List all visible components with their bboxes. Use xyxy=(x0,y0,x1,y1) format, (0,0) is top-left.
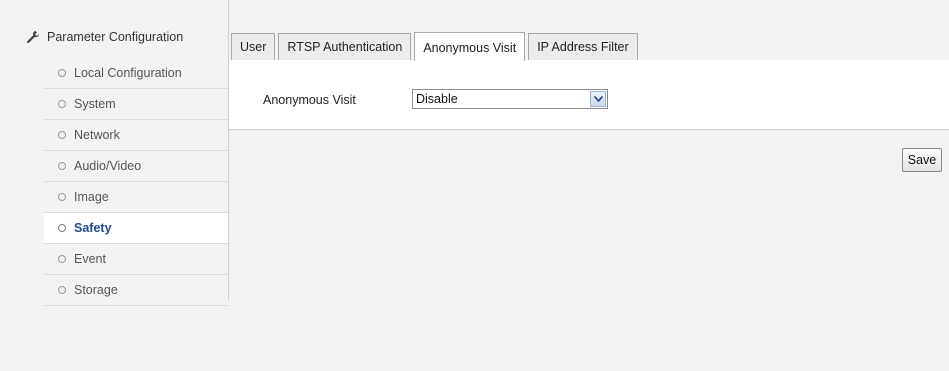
sidebar-item-label: Safety xyxy=(74,221,112,235)
anonymous-visit-select[interactable]: Disable xyxy=(412,89,608,109)
sidebar-item-label: Event xyxy=(74,252,106,266)
sidebar-item-label: Storage xyxy=(74,283,118,297)
bullet-icon xyxy=(58,255,66,263)
sidebar-menu: Local Configuration System Network Audio… xyxy=(44,58,228,306)
bullet-icon xyxy=(58,193,66,201)
sidebar-item-label: Image xyxy=(74,190,109,204)
wrench-icon xyxy=(27,31,40,44)
sidebar-item-label: System xyxy=(74,97,116,111)
sidebar-item-label: Local Configuration xyxy=(74,66,182,80)
settings-panel: Anonymous Visit Disable xyxy=(229,60,949,130)
sidebar-title: Parameter Configuration xyxy=(47,30,184,44)
bullet-icon xyxy=(58,69,66,77)
app-root: Parameter Configuration Local Configurat… xyxy=(0,0,949,371)
sidebar-item-event[interactable]: Event xyxy=(44,244,228,275)
sidebar-item-label: Network xyxy=(74,128,120,142)
sidebar-item-system[interactable]: System xyxy=(44,89,228,120)
sidebar-item-safety[interactable]: Safety xyxy=(44,213,228,244)
save-button[interactable]: Save xyxy=(902,148,942,172)
sidebar-item-image[interactable]: Image xyxy=(44,182,228,213)
sidebar: Parameter Configuration Local Configurat… xyxy=(0,0,229,306)
bullet-icon xyxy=(58,162,66,170)
sidebar-item-storage[interactable]: Storage xyxy=(44,275,228,306)
anonymous-visit-value: Disable xyxy=(416,92,458,106)
bullet-icon xyxy=(58,131,66,139)
anonymous-visit-label: Anonymous Visit xyxy=(263,93,356,107)
sidebar-item-local-configuration[interactable]: Local Configuration xyxy=(44,58,228,89)
tab-user[interactable]: User xyxy=(231,33,276,60)
tab-bar: User RTSP Authentication Anonymous Visit… xyxy=(229,30,949,61)
tab-ip-address-filter[interactable]: IP Address Filter xyxy=(528,33,638,60)
sidebar-item-audio-video[interactable]: Audio/Video xyxy=(44,151,228,182)
sidebar-item-label: Audio/Video xyxy=(74,159,142,173)
bullet-icon xyxy=(58,100,66,108)
tab-anonymous-visit[interactable]: Anonymous Visit xyxy=(414,32,526,61)
sidebar-item-network[interactable]: Network xyxy=(44,120,228,151)
bullet-icon xyxy=(58,286,66,294)
tab-rtsp-authentication[interactable]: RTSP Authentication xyxy=(278,33,412,60)
sidebar-header: Parameter Configuration xyxy=(26,30,183,44)
bullet-icon xyxy=(58,224,66,232)
chevron-down-icon[interactable] xyxy=(590,91,606,107)
